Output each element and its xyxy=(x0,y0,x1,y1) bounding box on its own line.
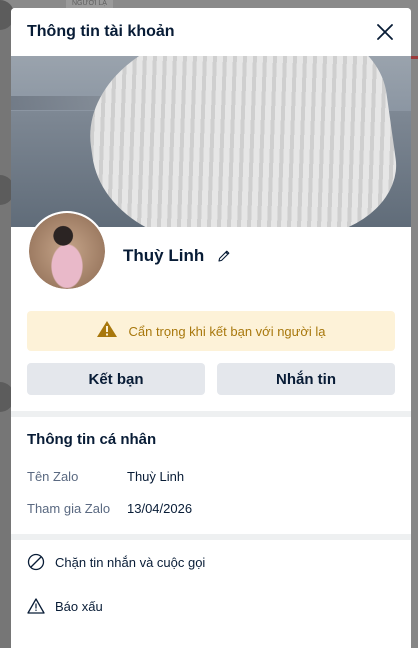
background-side-panel xyxy=(410,0,418,648)
profile-row: Thuỳ Linh xyxy=(11,211,411,311)
info-row-join-date: Tham gia Zalo 13/04/2026 xyxy=(27,492,395,524)
warning-text: Cẩn trọng khi kết bạn với người lạ xyxy=(128,323,326,339)
background-marker xyxy=(410,56,418,59)
info-value: Thuỳ Linh xyxy=(127,468,185,484)
block-messages-calls-item[interactable]: Chặn tin nhắn và cuộc gọi xyxy=(11,540,411,584)
info-label: Tham gia Zalo xyxy=(27,500,111,516)
cover-photo[interactable] xyxy=(11,56,411,227)
action-buttons: Kết bạn Nhắn tin xyxy=(11,351,411,395)
profile-name: Thuỳ Linh xyxy=(123,246,205,265)
avatar[interactable] xyxy=(27,211,107,291)
warning-triangle-icon xyxy=(96,320,118,343)
info-label: Tên Zalo xyxy=(27,468,79,484)
account-info-modal: Thông tin tài khoản Thuỳ Linh Cẩn trọng … xyxy=(11,8,411,648)
block-icon xyxy=(27,553,45,571)
warning-outline-icon xyxy=(27,597,45,615)
info-value: 13/04/2026 xyxy=(127,500,193,516)
personal-info-section: Thông tin cá nhân Tên Zalo Thuỳ Linh Tha… xyxy=(11,417,411,524)
background-stranger-tag: NGƯỜI LẠ xyxy=(66,0,113,8)
menu-label: Báo xấu xyxy=(55,598,103,614)
modal-header: Thông tin tài khoản xyxy=(11,8,411,56)
menu-label: Chặn tin nhắn và cuộc gọi xyxy=(55,554,206,570)
close-icon[interactable] xyxy=(373,20,397,44)
message-button[interactable]: Nhắn tin xyxy=(217,363,395,395)
add-friend-button[interactable]: Kết bạn xyxy=(27,363,205,395)
section-title: Thông tin cá nhân xyxy=(27,431,157,448)
info-row-zalo-name: Tên Zalo Thuỳ Linh xyxy=(27,460,395,492)
stranger-warning-banner: Cẩn trọng khi kết bạn với người lạ xyxy=(27,311,395,351)
report-item[interactable]: Báo xấu xyxy=(11,584,411,628)
name-line: Thuỳ Linh xyxy=(123,246,232,266)
pencil-icon[interactable] xyxy=(216,248,232,264)
modal-title: Thông tin tài khoản xyxy=(27,23,175,40)
